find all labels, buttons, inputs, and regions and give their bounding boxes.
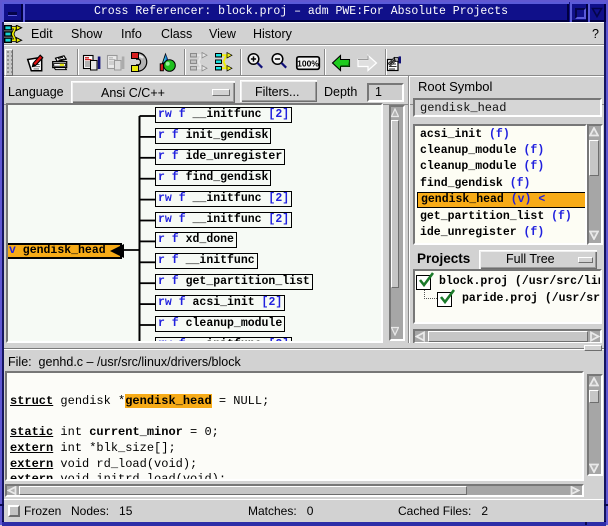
svg-text:100%: 100% <box>297 58 319 68</box>
